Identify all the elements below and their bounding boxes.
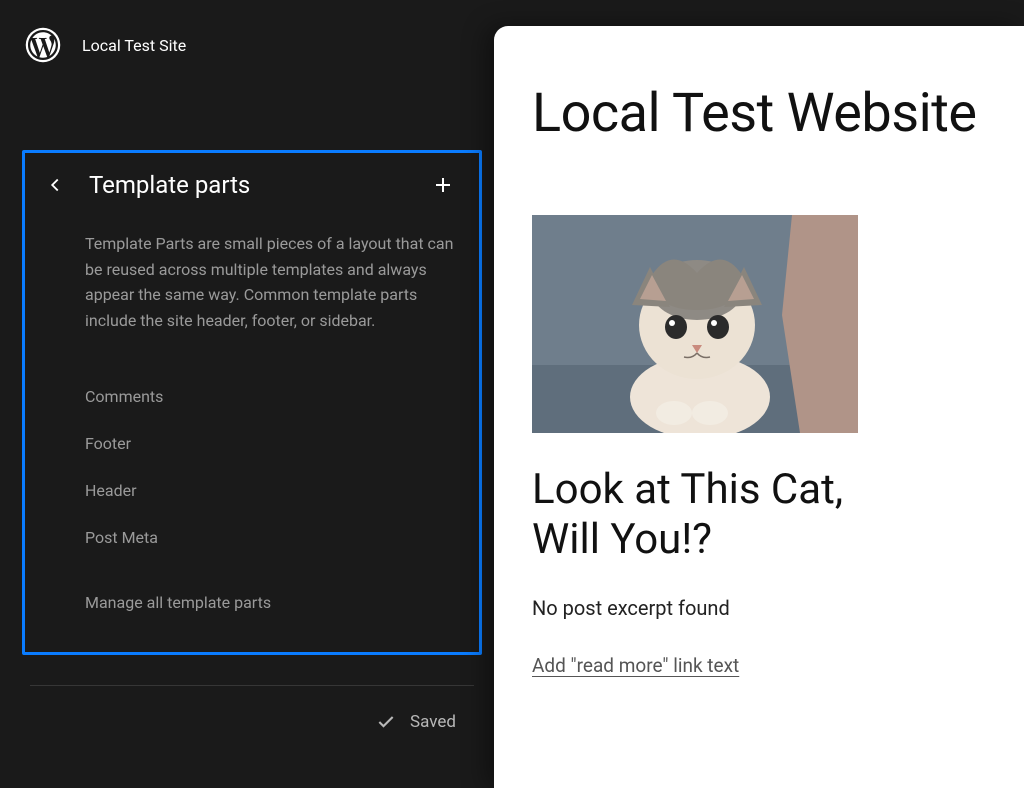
check-icon [376,712,396,732]
panel-description: Template Parts are small pieces of a lay… [43,231,457,333]
preview-site-title: Local Test Website [532,82,1024,145]
template-parts-panel: Template parts Template Parts are small … [22,150,482,655]
save-status: Saved [22,686,482,732]
add-template-part-button[interactable] [429,171,457,199]
panel-title: Template parts [89,171,407,199]
post-title: Look at This Cat, Will You!? [532,465,872,566]
template-part-item-comments[interactable]: Comments [85,373,457,420]
site-name: Local Test Site [82,36,186,55]
post-excerpt: No post excerpt found [532,596,1024,620]
template-part-item-header[interactable]: Header [85,467,457,514]
post-featured-image [532,215,858,433]
chevron-left-icon [44,174,66,196]
back-button[interactable] [43,173,67,197]
kitten-photo [532,215,858,433]
panel-header: Template parts [43,171,457,199]
template-part-item-footer[interactable]: Footer [85,420,457,467]
read-more-link[interactable]: Add "read more" link text [532,654,739,677]
saved-label: Saved [410,712,456,732]
sidebar-header: Local Test Site [22,20,482,84]
editor-sidebar: Local Test Site Template parts Template … [0,0,494,788]
template-parts-list: Comments Footer Header Post Meta [43,373,457,561]
template-part-item-post-meta[interactable]: Post Meta [85,514,457,561]
wordpress-logo-icon[interactable] [24,26,62,64]
manage-all-link[interactable]: Manage all template parts [43,581,457,624]
site-preview[interactable]: Local Test Website [494,26,1024,788]
plus-icon [431,173,455,197]
